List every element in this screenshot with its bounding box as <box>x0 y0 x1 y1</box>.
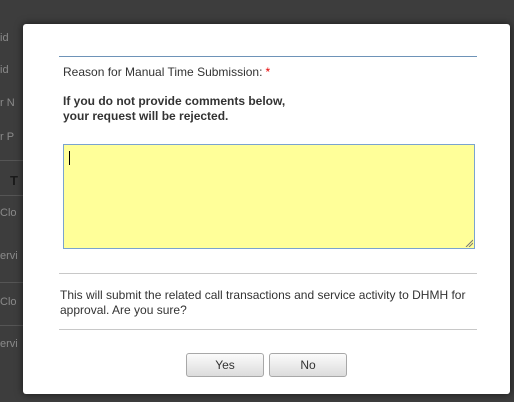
yes-button[interactable]: Yes <box>186 353 264 377</box>
comments-textarea[interactable] <box>63 144 475 249</box>
confirmation-message: This will submit the related call transa… <box>60 288 466 317</box>
required-marker: * <box>265 65 271 79</box>
text-cursor <box>69 151 70 165</box>
manual-time-submission-dialog: Reason for Manual Time Submission: * If y… <box>23 24 510 394</box>
footer-divider <box>59 329 477 330</box>
reason-label: Reason for Manual Time Submission: * <box>63 65 270 79</box>
section-divider <box>59 273 477 274</box>
header-divider <box>59 56 477 57</box>
resize-grip-icon[interactable] <box>465 239 473 247</box>
reason-label-text: Reason for Manual Time Submission: <box>63 65 263 79</box>
no-button[interactable]: No <box>269 353 347 377</box>
rejection-warning: If you do not provide comments below, yo… <box>63 94 285 124</box>
warning-line: If you do not provide comments below, <box>63 94 286 108</box>
warning-line: your request will be rejected. <box>63 109 229 123</box>
